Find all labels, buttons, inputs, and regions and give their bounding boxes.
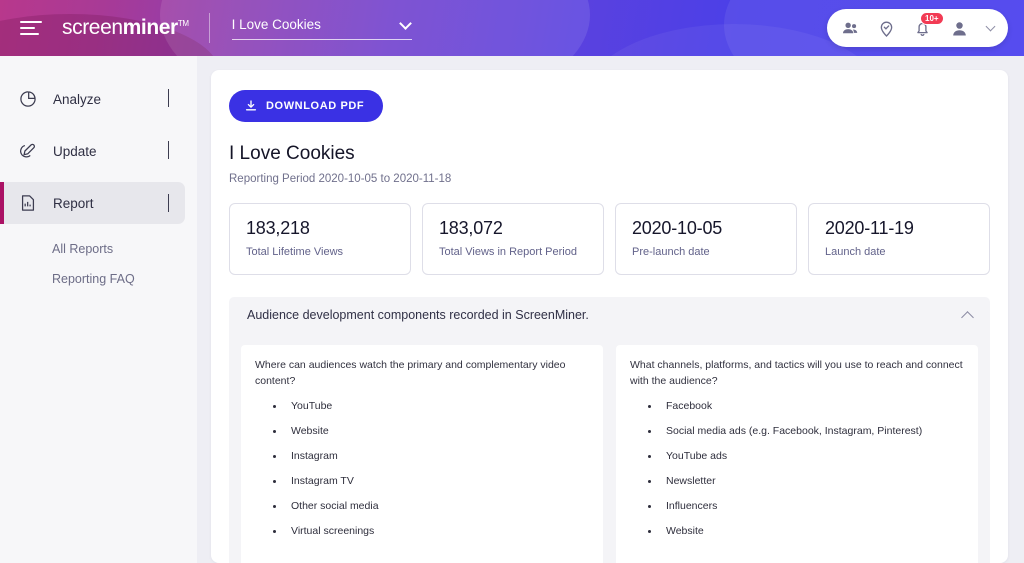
stat-label: Total Views in Report Period bbox=[439, 246, 577, 258]
edit-pen-icon bbox=[18, 141, 38, 161]
qa-question: What channels, platforms, and tactics wi… bbox=[630, 359, 963, 388]
qa-question: Where can audiences watch the primary an… bbox=[255, 359, 566, 388]
list-item: Influencers bbox=[660, 500, 964, 512]
accordion-body: Where can audiences watch the primary an… bbox=[229, 333, 990, 563]
list-item: Facebook bbox=[660, 400, 964, 412]
stat-value: 2020-11-19 bbox=[825, 218, 914, 238]
chevron-up-icon[interactable] bbox=[961, 310, 974, 324]
app-header: screenminerTM I Love Cookies 10+ bbox=[0, 0, 1024, 56]
report-document-icon bbox=[18, 193, 38, 213]
notification-badge: 10+ bbox=[920, 11, 944, 26]
stat-card: 2020-11-19 Launch date bbox=[808, 203, 990, 275]
sidebar-subitem-reporting-faq[interactable]: Reporting FAQ bbox=[0, 264, 197, 294]
qa-panel: Where can audiences watch the primary an… bbox=[241, 345, 603, 563]
user-avatar-icon[interactable] bbox=[949, 18, 970, 39]
list-item: Other social media bbox=[285, 500, 589, 512]
chevron-right-icon bbox=[168, 141, 169, 160]
reporting-period: Reporting Period 2020-10-05 to 2020-11-1… bbox=[229, 173, 452, 185]
header-actions: 10+ bbox=[827, 9, 1008, 47]
logo-text-secondary: miner bbox=[122, 16, 179, 39]
accordion-title: Audience development components recorded… bbox=[247, 308, 589, 322]
bell-icon[interactable]: 10+ bbox=[913, 11, 944, 38]
location-pin-check-icon[interactable] bbox=[877, 19, 896, 38]
app-logo[interactable]: screenminerTM bbox=[62, 16, 189, 40]
list-item: Social media ads (e.g. Facebook, Instagr… bbox=[660, 425, 964, 437]
sidebar-item-label: Analyze bbox=[53, 91, 102, 107]
download-icon bbox=[244, 99, 258, 113]
list-item: Website bbox=[660, 525, 964, 537]
list-item: Newsletter bbox=[660, 475, 964, 487]
stat-card: 2020-10-05 Pre-launch date bbox=[615, 203, 797, 275]
stat-label: Launch date bbox=[825, 246, 886, 258]
people-icon[interactable] bbox=[841, 19, 860, 38]
stat-label: Total Lifetime Views bbox=[246, 246, 344, 258]
qa-answer-list: YouTube Website Instagram Instagram TV O… bbox=[255, 400, 589, 537]
list-item: YouTube ads bbox=[660, 450, 964, 462]
header-divider bbox=[208, 13, 210, 43]
project-selector[interactable]: I Love Cookies bbox=[231, 16, 412, 40]
stat-label: Pre-launch date bbox=[632, 246, 710, 258]
sidebar-item-label: Report bbox=[53, 195, 94, 211]
sidebar-item-update[interactable]: Update bbox=[0, 130, 185, 172]
sidebar-item-label: Update bbox=[53, 143, 97, 159]
hamburger-bar bbox=[20, 21, 42, 23]
chevron-down-icon bbox=[168, 194, 169, 212]
download-pdf-label: DOWNLOAD PDF bbox=[266, 100, 365, 112]
list-item: Virtual screenings bbox=[285, 525, 589, 537]
hamburger-icon[interactable] bbox=[20, 21, 42, 35]
list-item: Website bbox=[285, 425, 589, 437]
avatar-chevron-down-icon[interactable] bbox=[985, 21, 996, 32]
sidebar: Analyze Update Report All Reports Report… bbox=[0, 56, 197, 563]
hamburger-bar bbox=[20, 33, 39, 35]
stats-row: 183,218 Total Lifetime Views 183,072 Tot… bbox=[229, 203, 990, 275]
logo-text-primary: screen bbox=[62, 16, 123, 39]
report-card: DOWNLOAD PDF I Love Cookies Reporting Pe… bbox=[211, 70, 1008, 563]
page-title: I Love Cookies bbox=[229, 143, 355, 164]
stat-value: 183,072 bbox=[439, 218, 503, 238]
list-item: Instagram TV bbox=[285, 475, 589, 487]
list-item: Instagram bbox=[285, 450, 589, 462]
project-selector-value: I Love Cookies bbox=[231, 16, 321, 32]
stat-card: 183,218 Total Lifetime Views bbox=[229, 203, 411, 275]
pie-chart-icon bbox=[18, 89, 38, 109]
qa-answer-list: Facebook Social media ads (e.g. Facebook… bbox=[630, 400, 964, 537]
download-pdf-button[interactable]: DOWNLOAD PDF bbox=[229, 90, 384, 122]
sidebar-item-analyze[interactable]: Analyze bbox=[0, 78, 185, 120]
chevron-down-icon bbox=[398, 16, 412, 30]
sidebar-item-report[interactable]: Report bbox=[0, 182, 185, 224]
accordion-header[interactable]: Audience development components recorded… bbox=[229, 297, 990, 333]
logo-trademark: TM bbox=[177, 19, 189, 28]
audience-development-accordion: Audience development components recorded… bbox=[229, 297, 990, 563]
stat-value: 2020-10-05 bbox=[632, 218, 723, 238]
sidebar-subitem-all-reports[interactable]: All Reports bbox=[0, 234, 197, 264]
stat-card: 183,072 Total Views in Report Period bbox=[422, 203, 604, 275]
list-item: YouTube bbox=[285, 400, 589, 412]
qa-panel: What channels, platforms, and tactics wi… bbox=[616, 345, 978, 563]
main-content: DOWNLOAD PDF I Love Cookies Reporting Pe… bbox=[197, 56, 1024, 563]
stat-value: 183,218 bbox=[246, 218, 310, 238]
hamburger-bar bbox=[20, 27, 35, 29]
chevron-right-icon bbox=[168, 89, 169, 108]
